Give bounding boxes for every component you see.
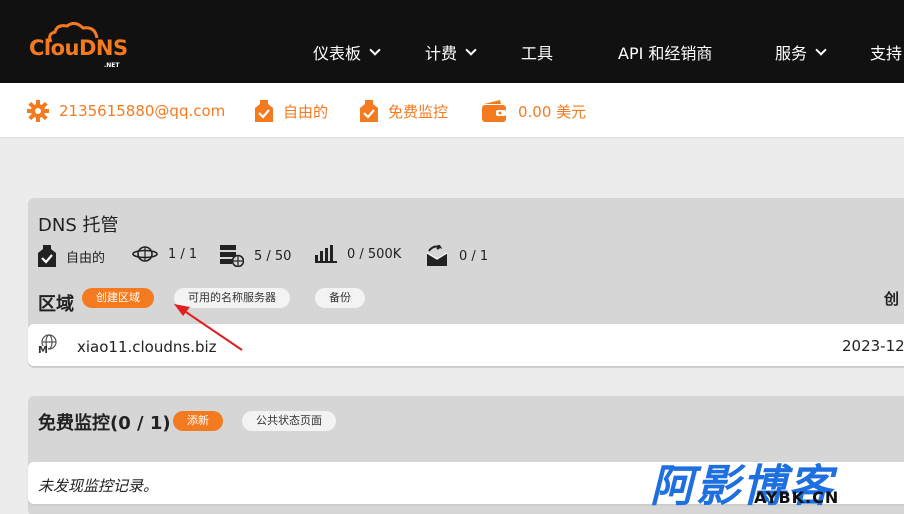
account-info-bar: 2135615880@qq.com 自由的 免费监控 0.00 美元 (0, 83, 904, 138)
chevron-down-icon (815, 44, 827, 56)
tag-check-icon (38, 245, 56, 267)
dns-zones-value: 1 / 1 (168, 246, 198, 262)
globe-icon (132, 246, 158, 262)
created-column-label: 创 (884, 290, 900, 308)
server-globe-icon (220, 245, 244, 267)
public-status-page-button[interactable]: 公共状态页面 (242, 411, 336, 431)
watermark-sub: AYBK.CN (754, 488, 840, 507)
zone-type-letter: M (38, 345, 48, 356)
nav-api-label: API 和经销商 (618, 44, 713, 63)
dns-plan-stat: 自由的 (38, 245, 105, 267)
watermark: 阿影博客 AYBK.CN (650, 450, 890, 512)
wallet-icon (482, 100, 506, 122)
mail-forward-icon (426, 245, 448, 266)
dns-plan-value: 自由的 (66, 250, 106, 266)
account-email-link[interactable]: 2135615880@qq.com (27, 100, 225, 122)
zones-heading: 区域 (38, 294, 74, 315)
zone-created-date: 2023-12 (842, 337, 904, 355)
chevron-down-icon (369, 44, 381, 56)
nav-support[interactable]: 支持 (870, 40, 902, 64)
balance-amount: 0.00 美元 (518, 102, 587, 121)
nav-support-label: 支持 (870, 44, 903, 63)
dns-mail-forwards-stat: 0 / 1 (425, 245, 488, 267)
cloudns-logo[interactable]: ClouDNS .NET (27, 22, 128, 72)
nav-dashboard[interactable]: 仪表板 (313, 40, 381, 64)
dns-queries-stat: 0 / 500K (315, 245, 401, 263)
nav-services-label: 服务 (775, 44, 808, 63)
dns-records-value: 5 / 50 (254, 248, 292, 264)
logo-text: ClouDNS (29, 36, 128, 60)
account-email: 2135615880@qq.com (59, 102, 226, 120)
gear-icon (27, 100, 49, 122)
tag-check-icon (255, 100, 273, 122)
create-zone-button[interactable]: 创建区域 (82, 288, 154, 308)
dns-card-title: DNS 托管 (38, 215, 119, 236)
top-navigation: ClouDNS .NET 仪表板 计费 工具 API 和经销商 服务 支持 (0, 0, 904, 83)
tag-check-icon (360, 100, 378, 122)
zone-row[interactable]: M xiao11.cloudns.biz 2023-12 (28, 324, 904, 366)
add-monitor-button[interactable]: 添新 (173, 411, 223, 431)
nav-billing-label: 计费 (425, 44, 458, 63)
monitoring-empty-message: 未发现监控记录。 (38, 477, 159, 495)
logo-suffix: .NET (104, 62, 120, 69)
nav-tools[interactable]: 工具 (521, 40, 553, 64)
nav-tools-label: 工具 (521, 44, 554, 63)
monitoring-link[interactable]: 免费监控 (360, 100, 448, 122)
annotation-arrow (174, 304, 243, 351)
dns-queries-value: 0 / 500K (347, 246, 402, 262)
monitoring-label: 免费监控 (388, 102, 449, 121)
dns-records-stat: 5 / 50 (220, 245, 291, 267)
dns-hosting-card: DNS 托管 自由的 1 / 1 5 / 50 0 / 500K 0 / 1 区… (28, 198, 904, 368)
plan-link[interactable]: 自由的 (255, 100, 328, 122)
nav-dashboard-label: 仪表板 (313, 44, 362, 63)
plan-label: 自由的 (283, 102, 329, 121)
balance-link[interactable]: 0.00 美元 (482, 100, 586, 122)
nav-services[interactable]: 服务 (775, 40, 827, 64)
nav-billing[interactable]: 计费 (425, 40, 477, 64)
monitoring-card-title: 免费监控(0 / 1) (38, 413, 171, 434)
chevron-down-icon (465, 44, 477, 56)
bar-chart-icon (315, 245, 337, 263)
nav-api-resellers[interactable]: API 和经销商 (618, 40, 712, 64)
dns-mail-forwards-value: 0 / 1 (459, 248, 489, 264)
backup-button[interactable]: 备份 (315, 288, 365, 308)
dns-zones-stat: 1 / 1 (132, 245, 197, 263)
